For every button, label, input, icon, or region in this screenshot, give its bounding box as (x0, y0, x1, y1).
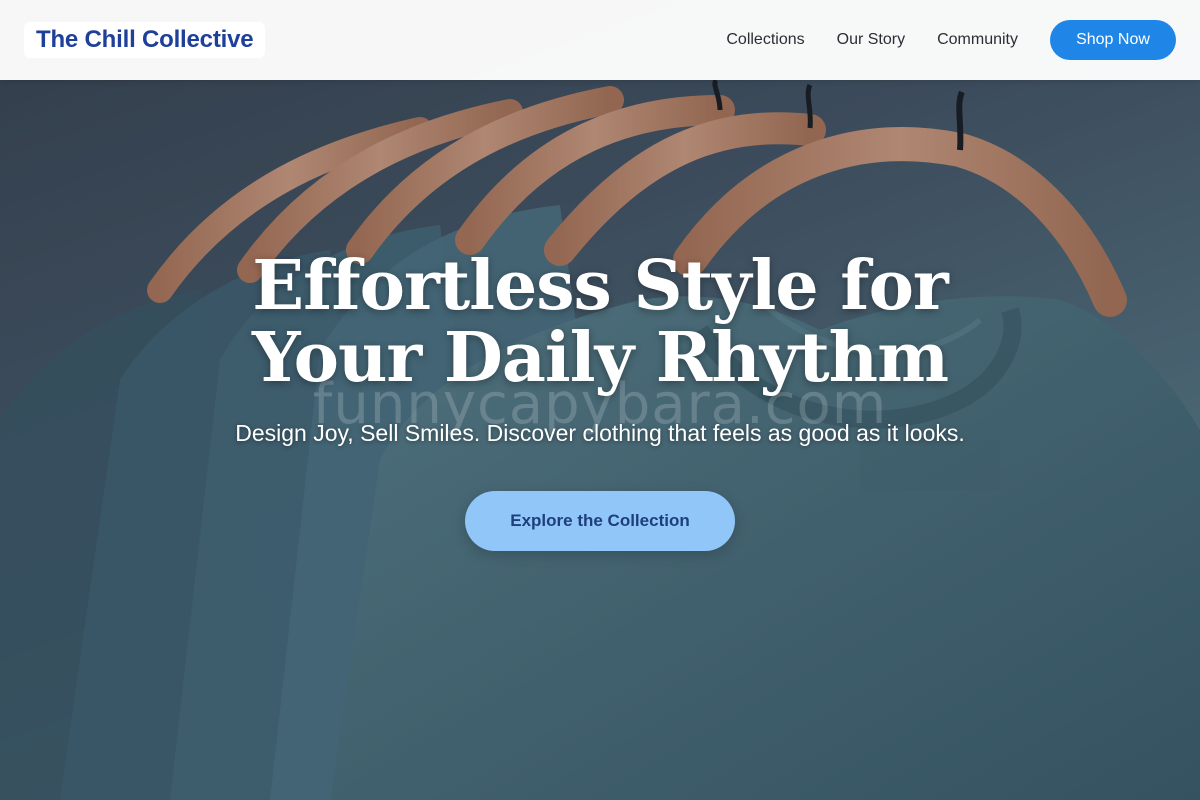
explore-collection-button[interactable]: Explore the Collection (465, 491, 735, 551)
hero-subheadline: Design Joy, Sell Smiles. Discover clothi… (235, 420, 965, 446)
shop-now-button[interactable]: Shop Now (1050, 20, 1176, 60)
nav-link-our-story[interactable]: Our Story (837, 31, 905, 49)
hero-content: Effortless Style for Your Daily Rhythm D… (0, 250, 1200, 551)
nav-menu: Collections Our Story Community Shop Now (726, 20, 1176, 60)
navbar: The Chill Collective Collections Our Sto… (0, 0, 1200, 80)
nav-link-collections[interactable]: Collections (726, 31, 804, 49)
nav-link-community[interactable]: Community (937, 31, 1018, 49)
hero-headline: Effortless Style for Your Daily Rhythm (251, 246, 949, 398)
brand-logo[interactable]: The Chill Collective (24, 22, 266, 58)
